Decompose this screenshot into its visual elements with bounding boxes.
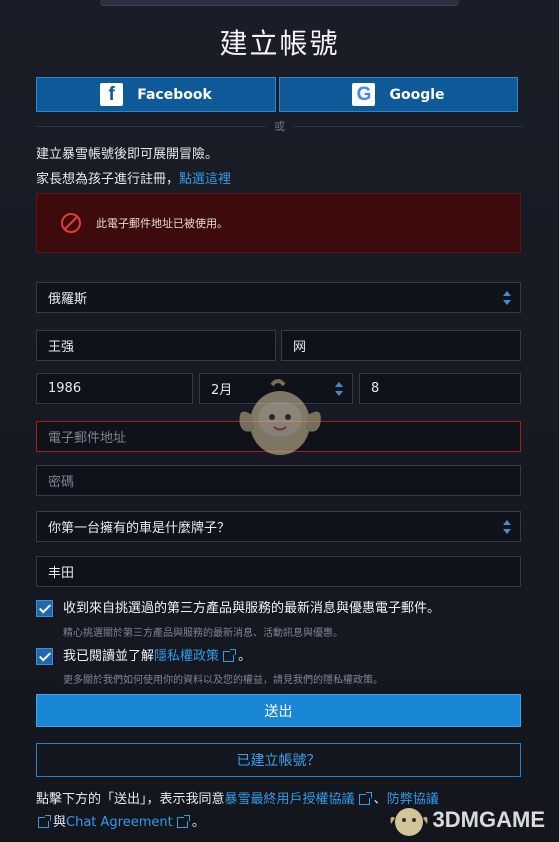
facebook-icon: f <box>100 83 124 106</box>
news-opt-in-checkbox[interactable] <box>36 600 53 617</box>
mascot-small-icon <box>390 808 428 836</box>
or-text: 或 <box>274 120 285 133</box>
eula-link[interactable]: 暴雪最終用戶授權協議 <box>225 792 355 807</box>
news-opt-in-subtext: 精心挑選關於第三方產品與服務的最新消息、活動訊息與優惠。 <box>63 628 343 639</box>
terms-and: 與 <box>53 815 67 830</box>
privacy-label: 我已閱讀並了解隱私權政策 。 <box>63 648 251 665</box>
country-value: 俄羅斯 <box>48 292 88 307</box>
chat-agreement-link[interactable]: Chat Agreement <box>66 815 173 830</box>
privacy-policy-link[interactable]: 隱私權政策 <box>154 649 219 664</box>
security-answer-input[interactable]: 丰田 <box>36 556 521 587</box>
select-arrows-icon <box>335 382 343 396</box>
birth-day-value: 8 <box>371 381 380 396</box>
facebook-signup-button[interactable]: f Facebook <box>36 77 276 112</box>
external-link-icon <box>38 815 51 828</box>
email-placeholder: 電子郵件地址 <box>48 431 127 446</box>
birth-month-value: 2月 <box>211 383 233 398</box>
prohibited-icon <box>61 213 81 233</box>
privacy-suffix: 。 <box>238 649 252 664</box>
birth-day-input[interactable]: 8 <box>359 373 521 404</box>
news-opt-in-row: 收到來自挑選過的第三方產品與服務的最新消息與優惠電子郵件。 <box>36 600 440 617</box>
external-link-icon <box>223 649 237 662</box>
parent-signup-link[interactable]: 點選這裡 <box>179 172 231 187</box>
error-alert: 此電子郵件地址已被使用。 <box>36 193 521 253</box>
news-opt-in-label: 收到來自挑選過的第三方產品與服務的最新消息與優惠電子郵件。 <box>63 601 441 616</box>
google-icon: G <box>352 83 376 106</box>
top-tab-edge <box>100 0 459 6</box>
select-arrows-icon <box>503 520 511 534</box>
security-question-value: 你第一台擁有的車是什麼牌子？ <box>48 521 231 536</box>
mascot-watermark-icon <box>239 379 321 455</box>
error-message: 此電子郵件地址已被使用。 <box>96 217 228 230</box>
first-name-input[interactable]: 王强 <box>36 330 276 361</box>
birth-year-value: 1986 <box>48 381 82 396</box>
terms-separator: 、 <box>373 792 387 807</box>
terms-prefix: 點擊下方的「送出」，表示我同意 <box>36 792 225 807</box>
brand-watermark: 3DMGAME <box>389 802 545 838</box>
have-account-button[interactable]: 已建立帳號？ <box>36 743 521 777</box>
privacy-prefix: 我已閱讀並了解 <box>63 649 155 664</box>
privacy-subtext: 更多關於我們如何使用你的資料以及您的權益，請見我們的隱私權政策。 <box>63 675 383 686</box>
country-select[interactable]: 俄羅斯 <box>36 282 521 313</box>
security-answer-value: 丰田 <box>48 566 75 581</box>
google-label: Google <box>389 86 445 103</box>
parent-signup-prefix: 家長想為孩子進行註冊， <box>36 172 180 187</box>
privacy-checkbox[interactable] <box>36 648 53 665</box>
google-signup-button[interactable]: G Google <box>279 77 518 112</box>
last-name-value: 网 <box>293 340 307 355</box>
first-name-value: 王强 <box>48 340 75 355</box>
signup-page: 建立帳號 f Facebook G Google 或 建立暴雪帳號後即可展開冒險… <box>0 0 559 842</box>
privacy-row: 我已閱讀並了解隱私權政策 。 <box>36 648 251 665</box>
or-divider: 或 <box>0 118 559 134</box>
select-arrows-icon <box>503 291 511 305</box>
facebook-label: Facebook <box>137 86 212 103</box>
password-placeholder: 密碼 <box>48 475 75 490</box>
external-link-icon <box>358 792 372 805</box>
birth-year-input[interactable]: 1986 <box>36 373 193 404</box>
terms-suffix: 。 <box>191 815 205 830</box>
password-input[interactable]: 密碼 <box>36 465 521 496</box>
security-question-select[interactable]: 你第一台擁有的車是什麼牌子？ <box>36 511 521 542</box>
external-link-icon <box>176 815 190 828</box>
last-name-input[interactable]: 网 <box>281 330 521 361</box>
page-title: 建立帳號 <box>219 27 340 60</box>
submit-button[interactable]: 送出 <box>36 694 521 727</box>
intro-text: 建立暴雪帳號後即可展開冒險。 <box>36 147 219 162</box>
brand-watermark-text: 3DMGAME <box>432 807 545 832</box>
parent-signup-text: 家長想為孩子進行註冊，點選這裡 <box>36 168 231 187</box>
